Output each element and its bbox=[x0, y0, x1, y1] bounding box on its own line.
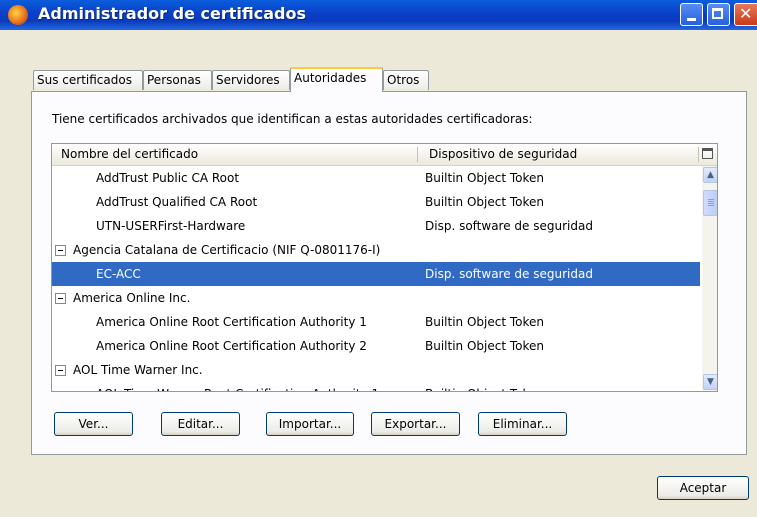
security-device: Builtin Object Token bbox=[425, 315, 545, 329]
title-bar[interactable]: Administrador de certificados ✕ bbox=[0, 0, 757, 30]
tab-personas[interactable]: Personas bbox=[143, 70, 212, 90]
column-picker-icon[interactable] bbox=[702, 148, 713, 159]
security-device: Builtin Object Token bbox=[425, 339, 545, 353]
edit-button[interactable]: Editar... bbox=[161, 412, 240, 436]
tab-autoridades[interactable]: Autoridades bbox=[290, 67, 383, 92]
tree-row[interactable]: AddTrust Qualified CA Root Builtin Objec… bbox=[52, 190, 700, 214]
scroll-up-icon[interactable]: ▲ bbox=[703, 167, 717, 183]
certificate-name: America Online Root Certification Author… bbox=[96, 315, 367, 329]
tree-row[interactable]: America Online Root Certification Author… bbox=[52, 310, 700, 334]
tab-servidores[interactable]: Servidores bbox=[212, 70, 290, 90]
security-device: Builtin Object Token bbox=[425, 171, 545, 185]
column-separator[interactable] bbox=[417, 147, 418, 162]
tree-group-row[interactable]: America Online Inc. bbox=[52, 286, 700, 310]
scroll-down-icon[interactable]: ▼ bbox=[703, 374, 717, 390]
certificate-name: AddTrust Public CA Root bbox=[96, 171, 240, 185]
tree-group-row[interactable]: Agencia Catalana de Certificacio (NIF Q-… bbox=[52, 238, 700, 262]
maximize-button[interactable] bbox=[707, 3, 730, 26]
tree-row[interactable]: AOL Time Warner Root Certification Autho… bbox=[52, 382, 700, 391]
certificate-name: AOL Time Warner Root Certification Autho… bbox=[96, 382, 379, 391]
collapse-icon[interactable] bbox=[55, 365, 66, 376]
window-title: Administrador de certificados bbox=[38, 4, 306, 23]
column-header-name[interactable]: Nombre del certificado bbox=[61, 144, 198, 165]
tree-row-selected[interactable]: EC-ACC Disp. software de seguridad bbox=[52, 262, 700, 286]
maximize-icon bbox=[712, 8, 723, 19]
certificate-name: AddTrust Qualified CA Root bbox=[96, 195, 258, 209]
ok-button[interactable]: Aceptar bbox=[657, 476, 749, 500]
organization-name: America Online Inc. bbox=[73, 291, 191, 305]
firefox-icon bbox=[8, 5, 28, 25]
certificate-manager-window: Administrador de certificados ✕ Sus cert… bbox=[0, 0, 757, 517]
organization-name: AOL Time Warner Inc. bbox=[73, 363, 203, 377]
collapse-icon[interactable] bbox=[55, 293, 66, 304]
column-header-device[interactable]: Dispositivo de seguridad bbox=[429, 144, 577, 165]
collapse-icon[interactable] bbox=[55, 245, 66, 256]
minimize-button[interactable] bbox=[680, 3, 703, 26]
tab-sus-certificados[interactable]: Sus certificados bbox=[33, 70, 143, 90]
vertical-scrollbar[interactable]: ▲ ▼ bbox=[702, 166, 717, 391]
delete-button[interactable]: Eliminar... bbox=[478, 412, 567, 436]
tree-header: Nombre del certificado Dispositivo de se… bbox=[52, 144, 717, 166]
certificate-name: EC-ACC bbox=[96, 267, 141, 281]
certificate-tree[interactable]: Nombre del certificado Dispositivo de se… bbox=[51, 143, 718, 392]
column-separator[interactable] bbox=[698, 147, 699, 162]
view-button[interactable]: Ver... bbox=[54, 412, 133, 436]
certificate-name: America Online Root Certification Author… bbox=[96, 339, 367, 353]
tree-row[interactable]: UTN-USERFirst-Hardware Disp. software de… bbox=[52, 214, 700, 238]
tab-otros[interactable]: Otros bbox=[383, 70, 429, 90]
scroll-thumb[interactable] bbox=[703, 190, 717, 216]
tree-row[interactable]: America Online Root Certification Author… bbox=[52, 334, 700, 358]
tab-panel: Tiene certificados archivados que identi… bbox=[31, 91, 747, 455]
minimize-icon bbox=[687, 18, 696, 21]
tree-rows: AddTrust Public CA Root Builtin Object T… bbox=[52, 166, 700, 391]
close-icon: ✕ bbox=[739, 4, 753, 23]
import-button[interactable]: Importar... bbox=[266, 412, 354, 436]
security-device: Builtin Object Token bbox=[425, 382, 544, 391]
export-button[interactable]: Exportar... bbox=[371, 412, 460, 436]
tree-group-row[interactable]: AOL Time Warner Inc. bbox=[52, 358, 700, 382]
security-device: Disp. software de seguridad bbox=[425, 219, 593, 233]
security-device: Builtin Object Token bbox=[425, 195, 545, 209]
security-device: Disp. software de seguridad bbox=[425, 267, 593, 281]
organization-name: Agencia Catalana de Certificacio (NIF Q-… bbox=[73, 243, 381, 257]
certificate-name: UTN-USERFirst-Hardware bbox=[96, 219, 246, 233]
tree-row[interactable]: AddTrust Public CA Root Builtin Object T… bbox=[52, 166, 700, 190]
close-button[interactable]: ✕ bbox=[734, 3, 757, 26]
panel-description: Tiene certificados archivados que identi… bbox=[52, 112, 533, 126]
